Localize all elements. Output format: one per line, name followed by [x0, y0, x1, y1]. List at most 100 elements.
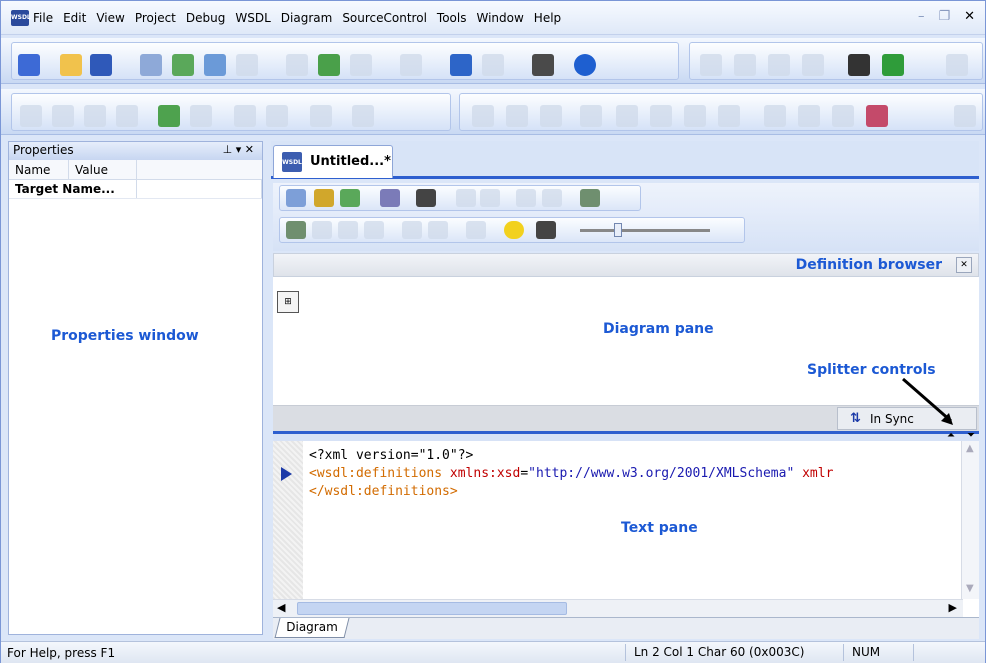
menu-window[interactable]: Window	[476, 11, 523, 25]
copy-diagram-icon[interactable]	[516, 189, 536, 207]
scroll-down-icon[interactable]: ▼	[966, 583, 974, 594]
debug-stop-icon[interactable]	[540, 105, 562, 127]
menu-file[interactable]: File	[33, 11, 53, 25]
horizontal-scroll-thumb[interactable]	[297, 602, 567, 615]
check-icon[interactable]	[20, 105, 42, 127]
property-value[interactable]	[137, 180, 262, 198]
add-window-icon[interactable]	[172, 54, 194, 76]
bookmark-prev-icon[interactable]	[768, 54, 790, 76]
copy-icon[interactable]	[318, 54, 340, 76]
validate-wsdl-icon[interactable]	[340, 189, 360, 207]
find-icon[interactable]	[848, 54, 870, 76]
move-up-icon[interactable]	[428, 221, 448, 239]
column-name[interactable]: Name	[9, 160, 69, 179]
diagram-pane[interactable]: ⊞	[273, 277, 979, 405]
output-icon[interactable]	[954, 105, 976, 127]
scroll-left-icon[interactable]: ◀	[277, 601, 285, 614]
splitter-down-icon[interactable]: ⏷	[967, 430, 975, 441]
windows-icon[interactable]	[204, 54, 226, 76]
document-tab[interactable]: WSDL Untitled...*	[273, 145, 393, 178]
properties-row[interactable]: Target Name...	[9, 180, 262, 199]
function-icon[interactable]	[416, 189, 436, 207]
comment-bubble-icon[interactable]	[504, 221, 524, 239]
validate-file-icon[interactable]	[84, 105, 106, 127]
remove-check-icon[interactable]	[190, 105, 212, 127]
scroll-right-icon[interactable]: ▶	[949, 601, 957, 614]
menu-wsdl[interactable]: WSDL	[235, 11, 270, 25]
menu-edit[interactable]: Edit	[63, 11, 86, 25]
vertical-scrollbar[interactable]: ▲ ▼	[961, 441, 979, 599]
expand-icon[interactable]	[286, 189, 306, 207]
paste-icon[interactable]	[350, 54, 372, 76]
window-icon[interactable]	[140, 54, 162, 76]
minimize-icon[interactable]: –	[918, 9, 925, 24]
forward-icon[interactable]	[480, 189, 500, 207]
menu-project[interactable]: Project	[135, 11, 176, 25]
menu-help[interactable]: Help	[534, 11, 561, 25]
step-over-icon[interactable]	[650, 105, 672, 127]
definition-browser-title[interactable]: Definition browser	[796, 257, 942, 273]
bookmark-clear-icon[interactable]	[802, 54, 824, 76]
delete-icon[interactable]	[466, 221, 486, 239]
add-node-icon[interactable]	[286, 221, 306, 239]
settings-icon[interactable]	[380, 189, 400, 207]
xml-doc-icon[interactable]	[352, 105, 374, 127]
splitter[interactable]: ⏶ ⏷	[273, 430, 979, 441]
doc-check-icon[interactable]	[234, 105, 256, 127]
menu-diagram[interactable]: Diagram	[281, 11, 333, 25]
doc-add-icon[interactable]	[310, 105, 332, 127]
node-link-icon[interactable]	[338, 221, 358, 239]
pin-close-icons[interactable]: ⊥ ▾ ✕	[223, 143, 254, 156]
debug-pause-icon[interactable]	[506, 105, 528, 127]
new-file-icon[interactable]	[18, 54, 40, 76]
menu-view[interactable]: View	[96, 11, 124, 25]
tree-icon[interactable]	[580, 189, 600, 207]
comment-icon[interactable]	[946, 54, 968, 76]
menu-tools[interactable]: Tools	[437, 11, 467, 25]
edit-icon[interactable]	[364, 221, 384, 239]
validate-icon[interactable]	[52, 105, 74, 127]
bookmark-icon[interactable]	[700, 54, 722, 76]
locals-icon[interactable]	[798, 105, 820, 127]
code-editor[interactable]: <?xml version="1.0"?> <wsdl:definitions x…	[309, 447, 833, 501]
bookmark-next-icon[interactable]	[734, 54, 756, 76]
print-icon[interactable]	[532, 54, 554, 76]
hand-icon[interactable]	[580, 105, 602, 127]
help-icon[interactable]	[574, 54, 596, 76]
add-check-icon[interactable]	[158, 105, 180, 127]
step-back-icon[interactable]	[718, 105, 740, 127]
validate-project-icon[interactable]	[116, 105, 138, 127]
scroll-up-icon[interactable]: ▲	[966, 443, 974, 454]
tab-diagram[interactable]: Diagram	[274, 618, 350, 638]
paste-diagram-icon[interactable]	[542, 189, 562, 207]
horizontal-scrollbar[interactable]: ◀ ▶	[273, 599, 963, 617]
step-into-icon[interactable]	[616, 105, 638, 127]
refresh-icon[interactable]	[400, 54, 422, 76]
app-icon[interactable]: WSDL	[11, 10, 31, 26]
save-icon[interactable]	[90, 54, 112, 76]
move-down-icon[interactable]	[402, 221, 422, 239]
check-wsdl-icon[interactable]	[314, 189, 334, 207]
open-folder-icon[interactable]	[60, 54, 82, 76]
fit-icon[interactable]	[536, 221, 556, 239]
doc-validate-icon[interactable]	[266, 105, 288, 127]
menu-sourcecontrol[interactable]: SourceControl	[342, 11, 427, 25]
disabled-icon[interactable]	[236, 54, 258, 76]
back-icon[interactable]	[456, 189, 476, 207]
replace-icon[interactable]	[882, 54, 904, 76]
menu-debug[interactable]: Debug	[186, 11, 225, 25]
callstack-icon[interactable]	[832, 105, 854, 127]
cut-icon[interactable]	[286, 54, 308, 76]
step-out-icon[interactable]	[684, 105, 706, 127]
collapse-icon[interactable]: ✕	[956, 257, 972, 273]
redo-icon[interactable]	[482, 54, 504, 76]
definitions-node-icon[interactable]: ⊞	[277, 291, 299, 313]
breakpoints-icon[interactable]	[866, 105, 888, 127]
debug-start-icon[interactable]	[472, 105, 494, 127]
undo-icon[interactable]	[450, 54, 472, 76]
restore-icon[interactable]: ❐	[938, 9, 950, 24]
zoom-slider-thumb[interactable]	[614, 223, 622, 237]
close-icon[interactable]: ✕	[964, 9, 975, 24]
column-value[interactable]: Value	[69, 160, 137, 179]
node-icon[interactable]	[312, 221, 332, 239]
